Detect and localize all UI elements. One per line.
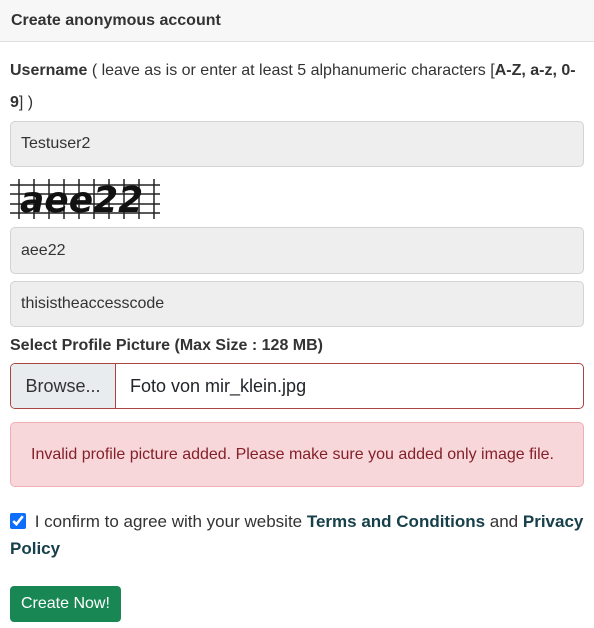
profile-picture-label: Select Profile Picture (Max Size : 128 M… (10, 337, 323, 354)
access-code-input[interactable]: thisistheaccesscode (10, 281, 584, 327)
captcha-input[interactable]: aee22 (10, 227, 584, 274)
username-input[interactable]: Testuser2 (10, 121, 584, 167)
captcha-text: aee22 (20, 180, 143, 219)
profile-picture-file-input[interactable]: Browse... Foto von mir_klein.jpg (10, 363, 584, 409)
captcha-image: aee22 (10, 179, 160, 219)
username-label-row: Username ( leave as is or enter at least… (10, 55, 584, 119)
terms-link[interactable]: Terms and Conditions (307, 512, 485, 531)
consent-row: I confirm to agree with your website Ter… (10, 508, 584, 562)
username-value: Testuser2 (21, 135, 91, 152)
page-title: Create anonymous account (11, 11, 221, 29)
consent-and: and (485, 512, 523, 531)
captcha-value: aee22 (21, 241, 66, 259)
username-hint-post: ] ) (18, 94, 34, 111)
card-header: Create anonymous account (0, 0, 594, 42)
browse-button[interactable]: Browse... (11, 364, 116, 408)
username-label: Username (10, 62, 88, 79)
selected-file-name: Foto von mir_klein.jpg (130, 375, 307, 396)
error-alert: Invalid profile picture added. Please ma… (10, 422, 584, 487)
username-hint-pre: ( leave as is or enter at least 5 alphan… (87, 62, 495, 79)
agree-checkbox[interactable] (10, 513, 26, 529)
consent-text: I confirm to agree with your website (30, 512, 307, 531)
create-now-button[interactable]: Create Now! (10, 586, 121, 622)
error-message: Invalid profile picture added. Please ma… (31, 445, 554, 463)
form-body: Username ( leave as is or enter at least… (0, 55, 594, 622)
access-code-value: thisistheaccesscode (21, 295, 165, 312)
